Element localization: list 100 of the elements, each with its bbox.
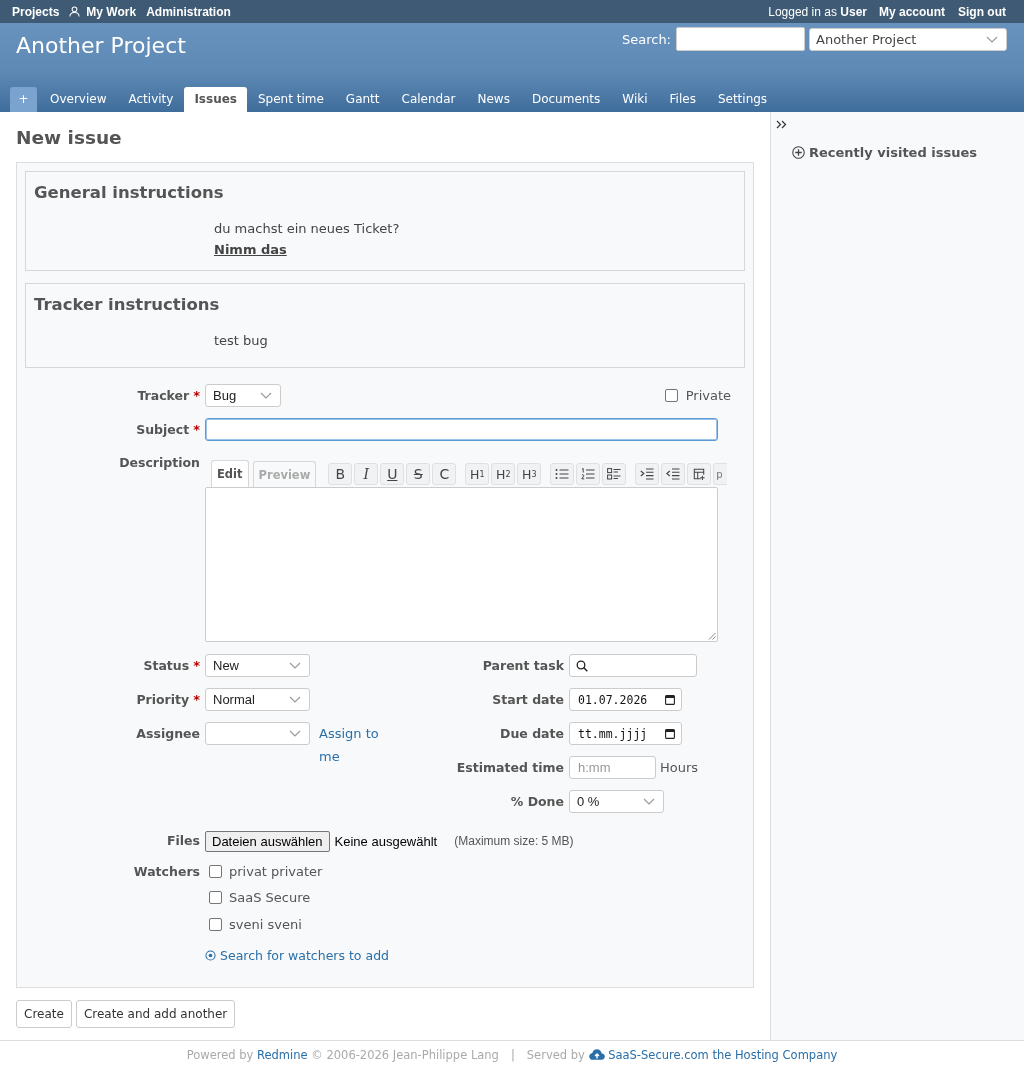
project-dropdown[interactable]: Another Project: [809, 27, 1007, 51]
table-icon: [692, 468, 707, 480]
search-watchers-link[interactable]: Search for watchers to add: [205, 947, 390, 963]
field-label: Files: [166, 832, 200, 850]
field-label: Estimated time: [456, 759, 564, 777]
indent-button[interactable]: [635, 463, 660, 485]
calendar-icon: [665, 728, 675, 739]
instruction-text: Nimm das: [213, 241, 288, 259]
field-label: Status: [143, 657, 190, 675]
required-mark: *: [193, 387, 200, 405]
required-mark: *: [193, 421, 200, 439]
indent-icon: [640, 468, 655, 480]
plus-circle-icon[interactable]: [792, 146, 805, 159]
outdent-button[interactable]: [661, 463, 686, 485]
instruction-text: du machst ein neues Ticket?: [213, 220, 401, 238]
chevron-down-icon: [260, 392, 272, 399]
sidebar-heading[interactable]: Recently visited issues: [809, 145, 977, 160]
unit-label: Hours: [660, 759, 699, 777]
bullet-list-icon: [555, 468, 570, 480]
parent-task-field[interactable]: [569, 654, 697, 677]
hosting-company-link[interactable]: SaaS-Secure.com the Hosting Company: [608, 1047, 838, 1062]
date-field[interactable]: 01.07.2026: [569, 688, 682, 711]
double-chevron-icon[interactable]: [776, 120, 787, 129]
nav-tab[interactable]: Gantt: [334, 87, 391, 112]
dropdown[interactable]: Bug: [205, 384, 281, 407]
instruction-text: test bug: [213, 332, 269, 350]
account-link[interactable]: My account: [879, 4, 945, 19]
redmine-link[interactable]: Redmine: [257, 1047, 308, 1062]
bullet-list-button[interactable]: [550, 463, 575, 485]
user-icon: [69, 6, 81, 17]
checkbox[interactable]: [209, 917, 222, 931]
subject-field[interactable]: [205, 418, 718, 441]
max-size-note: (Maximum size: 5 MB): [454, 833, 574, 850]
top-menu-link[interactable]: Administration: [146, 4, 231, 19]
field-label: Tracker: [137, 387, 190, 405]
table-button[interactable]: [687, 463, 712, 485]
page-title: New issue: [16, 126, 123, 150]
format-button[interactable]: B: [328, 463, 353, 485]
nav-tab[interactable]: Files: [658, 87, 707, 112]
nav-tab[interactable]: Calendar: [390, 87, 467, 112]
checkbox[interactable]: [209, 891, 222, 905]
footer-text: Served by SaaS-Secure.com the Hosting Company: [526, 1047, 838, 1062]
dropdown[interactable]: Normal: [205, 688, 310, 711]
nav-tab[interactable]: News: [466, 87, 521, 112]
watcher-name: sveni sveni: [229, 916, 302, 932]
nav-tab[interactable]: Activity: [117, 87, 185, 112]
field-label: Watchers: [133, 863, 200, 881]
search-icon: [576, 659, 588, 672]
nav-tab[interactable]: Spent time: [246, 87, 335, 112]
format-button[interactable]: S: [406, 463, 431, 485]
footer-text: Powered by Redmine © 2006-2026 Jean-Philippe Lang: [186, 1047, 499, 1062]
field-label: Due date: [500, 725, 564, 743]
dropdown[interactable]: New: [205, 654, 310, 677]
file-status-text: Keine ausgewählt: [334, 833, 438, 851]
account-link[interactable]: Sign out: [958, 4, 1006, 19]
field-label: Subject: [136, 421, 190, 439]
nav-tab[interactable]: Overview: [39, 87, 118, 112]
format-button[interactable]: U: [380, 463, 405, 485]
submit-button[interactable]: Create and add another: [75, 1000, 236, 1028]
date-field[interactable]: tt.mm.jjjj: [569, 722, 682, 745]
field-label: % Done: [510, 793, 564, 811]
user-link[interactable]: User: [840, 4, 867, 19]
field-label: Description: [119, 456, 200, 470]
chevron-down-icon: [289, 662, 301, 669]
task-list-button[interactable]: [602, 463, 627, 485]
choose-files-button[interactable]: Dateien auswählen: [205, 831, 330, 852]
chevron-down-icon: [289, 730, 301, 737]
calendar-icon: [665, 694, 675, 705]
dropdown[interactable]: 0 %: [569, 790, 664, 813]
required-mark: *: [193, 657, 200, 675]
resize-grip-icon: [708, 632, 716, 640]
checkbox-label: Private: [685, 388, 731, 403]
footer-separator: |: [510, 1047, 515, 1062]
logged-in-text: Logged in as User: [768, 4, 867, 19]
required-mark: *: [193, 691, 200, 709]
submit-button[interactable]: Create: [16, 1000, 72, 1028]
format-button[interactable]: I: [354, 463, 379, 485]
watcher-name: privat privater: [229, 863, 323, 879]
checkbox[interactable]: [664, 389, 678, 402]
nav-tab[interactable]: Documents: [520, 87, 612, 112]
editor-tab[interactable]: Edit: [211, 460, 249, 488]
circle-dot-icon: [205, 949, 216, 961]
assign-to-me-link[interactable]: Assign to me: [319, 722, 389, 768]
search-field[interactable]: [676, 27, 805, 51]
top-menu-link[interactable]: My Work: [69, 4, 137, 19]
numbered-list-icon: [581, 468, 596, 480]
field-label: Assignee: [136, 725, 200, 743]
top-menu-link[interactable]: Projects: [12, 4, 60, 19]
nav-tab[interactable]: Issues: [184, 87, 247, 112]
panel-title: Tracker instructions: [34, 294, 221, 316]
nav-tab[interactable]: Wiki: [611, 87, 659, 112]
format-button[interactable]: C: [432, 463, 457, 485]
field-label: Priority: [136, 691, 190, 709]
cloud-upload-icon: [588, 1048, 605, 1060]
format-button[interactable]: p: [713, 463, 728, 485]
chevron-down-icon: [643, 798, 655, 805]
checkbox[interactable]: [209, 864, 222, 878]
panel-title: General instructions: [34, 182, 225, 204]
nav-tab[interactable]: Settings: [706, 87, 779, 112]
description-field[interactable]: [205, 487, 718, 642]
